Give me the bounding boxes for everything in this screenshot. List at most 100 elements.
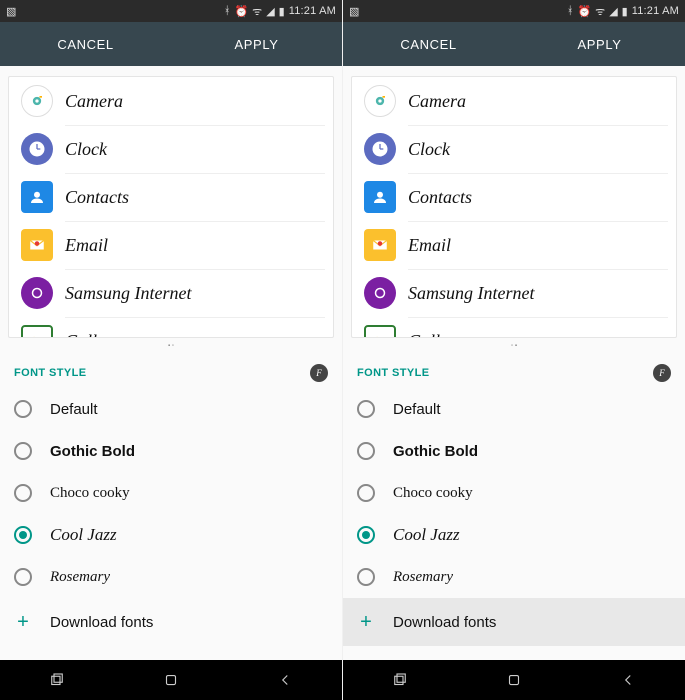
status-bar: ▧ ᚼ ⏰ ᯤ ◢ ▮ 11:21 AM (343, 0, 685, 22)
preview-app-row: Clock (9, 125, 333, 173)
back-button[interactable] (228, 660, 342, 700)
font-option-gothic-bold[interactable]: Gothic Bold (343, 430, 685, 472)
plus-icon: + (14, 611, 32, 634)
radio-icon (14, 400, 32, 418)
image-icon: ▧ (6, 5, 16, 18)
status-time: 11:21 AM (289, 5, 336, 17)
app-label: Email (408, 235, 451, 256)
clock-icon (21, 133, 53, 165)
bluetooth-icon: ᚼ (567, 5, 574, 17)
flipfont-icon[interactable]: F (310, 364, 328, 382)
font-option-cool-jazz[interactable]: Cool Jazz (343, 514, 685, 556)
plus-icon: + (357, 611, 375, 634)
section-header: FONT STYLE F (0, 354, 342, 388)
recents-button[interactable] (343, 660, 457, 700)
app-label: Email (65, 235, 108, 256)
font-option-default[interactable]: Default (343, 388, 685, 430)
action-bar: CANCEL APPLY (343, 22, 685, 66)
signal-icon: ◢ (266, 5, 274, 18)
font-label: Gothic Bold (50, 443, 135, 460)
font-label: Choco cooky (393, 485, 473, 502)
home-button[interactable] (114, 660, 228, 700)
font-option-rosemary[interactable]: Rosemary (0, 556, 342, 598)
download-label: Download fonts (393, 614, 496, 631)
flipfont-icon[interactable]: F (653, 364, 671, 382)
nav-bar (0, 660, 342, 700)
status-bar: ▧ ᚼ ⏰ ᯤ ◢ ▮ 11:21 AM (0, 0, 342, 22)
cancel-button[interactable]: CANCEL (0, 22, 171, 66)
preview-app-row: Email (352, 221, 676, 269)
font-label: Choco cooky (50, 485, 130, 502)
font-option-choco-cooky[interactable]: Choco cooky (0, 472, 342, 514)
preview-app-row: Gallery (9, 317, 333, 338)
app-label: Camera (408, 91, 466, 112)
action-bar: CANCEL APPLY (0, 22, 342, 66)
signal-icon: ◢ (609, 5, 617, 18)
font-list: Default Gothic Bold Choco cooky Cool Jaz… (343, 388, 685, 598)
apply-button[interactable]: APPLY (171, 22, 342, 66)
phone-screen-1: ▧ ᚼ ⏰ ᯤ ◢ ▮ 11:21 AM CANCEL APPLY Camera… (0, 0, 342, 700)
app-label: Gallery (65, 331, 120, 338)
bluetooth-icon: ᚼ (224, 5, 231, 17)
radio-icon-checked (14, 526, 32, 544)
radio-icon (14, 568, 32, 586)
page-indicator: ▪ ▫ (0, 338, 342, 354)
preview-app-row: Contacts (9, 173, 333, 221)
font-option-choco-cooky[interactable]: Choco cooky (343, 472, 685, 514)
preview-app-row: Camera (9, 77, 333, 125)
font-label: Rosemary (393, 569, 453, 586)
gallery-icon (364, 325, 396, 338)
app-label: Clock (408, 139, 450, 160)
camera-icon (364, 85, 396, 117)
app-label: Clock (65, 139, 107, 160)
radio-icon (357, 442, 375, 460)
font-option-rosemary[interactable]: Rosemary (343, 556, 685, 598)
section-header: FONT STYLE F (343, 354, 685, 388)
internet-icon (364, 277, 396, 309)
app-label: Gallery (408, 331, 463, 338)
status-time: 11:21 AM (632, 5, 679, 17)
cancel-button[interactable]: CANCEL (343, 22, 514, 66)
font-preview: Camera Clock Contacts Email Samsung Inte… (0, 66, 342, 338)
radio-icon (14, 442, 32, 460)
preview-app-row: Camera (352, 77, 676, 125)
camera-icon (21, 85, 53, 117)
phone-screen-2: ▧ ᚼ ⏰ ᯤ ◢ ▮ 11:21 AM CANCEL APPLY Camera… (343, 0, 685, 700)
font-label: Rosemary (50, 569, 110, 586)
section-title: FONT STYLE (14, 367, 86, 379)
apply-button[interactable]: APPLY (514, 22, 685, 66)
radio-icon (357, 484, 375, 502)
app-label: Camera (65, 91, 123, 112)
download-fonts-button[interactable]: + Download fonts (0, 598, 342, 646)
alarm-icon: ⏰ (234, 5, 248, 18)
recents-button[interactable] (0, 660, 114, 700)
page-indicator: ▫ ▪ (343, 338, 685, 354)
back-button[interactable] (571, 660, 685, 700)
email-icon (21, 229, 53, 261)
download-fonts-button[interactable]: + Download fonts (343, 598, 685, 646)
section-title: FONT STYLE (357, 367, 429, 379)
radio-icon (14, 484, 32, 502)
contacts-icon (364, 181, 396, 213)
font-option-cool-jazz[interactable]: Cool Jazz (0, 514, 342, 556)
font-label: Cool Jazz (393, 525, 460, 545)
preview-app-row: Samsung Internet (9, 269, 333, 317)
font-label: Cool Jazz (50, 525, 117, 545)
font-label: Gothic Bold (393, 443, 478, 460)
preview-app-row: Email (9, 221, 333, 269)
alarm-icon: ⏰ (577, 5, 591, 18)
font-option-default[interactable]: Default (0, 388, 342, 430)
internet-icon (21, 277, 53, 309)
download-label: Download fonts (50, 614, 153, 631)
app-label: Contacts (408, 187, 472, 208)
wifi-icon: ᯤ (595, 4, 605, 19)
image-icon: ▧ (349, 5, 359, 18)
font-option-gothic-bold[interactable]: Gothic Bold (0, 430, 342, 472)
clock-icon (364, 133, 396, 165)
contacts-icon (21, 181, 53, 213)
radio-icon (357, 400, 375, 418)
battery-icon: ▮ (279, 5, 285, 18)
home-button[interactable] (457, 660, 571, 700)
radio-icon-checked (357, 526, 375, 544)
gallery-icon (21, 325, 53, 338)
